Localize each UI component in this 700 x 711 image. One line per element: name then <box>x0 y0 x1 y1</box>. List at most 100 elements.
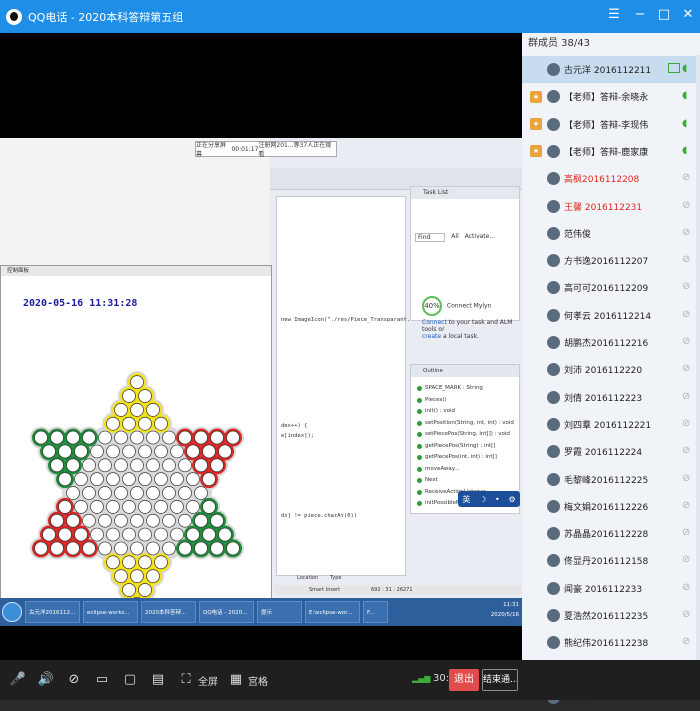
task-find-input[interactable]: Find <box>415 233 446 242</box>
board-hole[interactable] <box>138 555 152 570</box>
member-row[interactable]: 佟显丹2016112158 ⊘ <box>522 547 700 574</box>
board-hole[interactable] <box>194 430 208 445</box>
member-row[interactable]: 毛黎峰2016112225 ⊘ <box>522 466 700 493</box>
board-hole[interactable] <box>106 416 120 431</box>
board-hole[interactable] <box>154 416 168 431</box>
board-hole[interactable] <box>42 444 56 459</box>
board-hole[interactable] <box>74 444 88 459</box>
board-hole[interactable] <box>122 500 136 514</box>
maximize-icon[interactable]: □ <box>656 7 672 23</box>
board-hole[interactable] <box>130 486 144 500</box>
avatar[interactable] <box>547 117 560 131</box>
member-row[interactable]: 高枫2016112208 ⊘ <box>522 165 700 192</box>
board-hole[interactable] <box>154 444 168 459</box>
board-hole[interactable] <box>122 389 136 403</box>
exit-button[interactable]: 退出 <box>449 669 479 691</box>
board-hole[interactable] <box>170 527 184 542</box>
create-link[interactable]: create <box>422 333 441 340</box>
board-hole[interactable] <box>194 458 208 473</box>
document-icon[interactable]: ▤ <box>148 670 168 690</box>
board-hole[interactable] <box>130 513 144 528</box>
board-hole[interactable] <box>154 527 168 542</box>
board-hole[interactable] <box>146 430 160 445</box>
minimize-icon[interactable]: − <box>632 7 648 23</box>
avatar[interactable] <box>547 226 560 240</box>
board-hole[interactable] <box>66 541 80 556</box>
board-hole[interactable] <box>130 569 144 583</box>
board-hole[interactable] <box>202 444 216 459</box>
microphone-icon[interactable]: 🎤 <box>8 670 28 690</box>
outline-item[interactable]: moveAway... <box>411 464 519 476</box>
board-hole[interactable] <box>178 486 192 500</box>
member-row[interactable]: 闻豪 2016112233 ⊘ <box>522 575 700 602</box>
taskbar-item[interactable]: eclipse-works... <box>83 601 138 623</box>
board-hole[interactable] <box>114 513 128 528</box>
board-hole[interactable] <box>114 458 128 473</box>
board-hole[interactable] <box>106 500 120 514</box>
avatar[interactable] <box>547 144 560 158</box>
board-hole[interactable] <box>58 500 72 514</box>
board-hole[interactable] <box>66 458 80 473</box>
outline-item[interactable]: getPiecePos(int, int) : int[] <box>411 452 519 464</box>
member-row[interactable]: ★ 【老师】答辩-李现伟 ◖ <box>522 111 700 138</box>
member-row[interactable]: ★ 【老师】答辩-鹿家康 ◖ <box>522 138 700 165</box>
board-hole[interactable] <box>154 555 168 570</box>
board-hole[interactable] <box>74 500 88 514</box>
board-hole[interactable] <box>162 541 176 556</box>
board-hole[interactable] <box>178 541 192 556</box>
ime-gear-icon[interactable]: ⚙ <box>508 495 515 504</box>
board-hole[interactable] <box>82 541 96 556</box>
board-hole[interactable] <box>98 541 112 556</box>
avatar[interactable] <box>547 336 560 349</box>
board-hole[interactable] <box>202 527 216 542</box>
avatar[interactable] <box>547 445 560 459</box>
board-hole[interactable] <box>210 458 224 473</box>
taskbar-item[interactable]: 2020本科答辩... <box>141 601 196 623</box>
board-hole[interactable] <box>98 513 112 528</box>
board-hole[interactable] <box>106 444 120 459</box>
speaker-icon[interactable]: 🔊 <box>36 670 56 690</box>
board-hole[interactable] <box>82 513 96 528</box>
board-hole[interactable] <box>162 430 176 445</box>
member-row[interactable]: 方书逸2016112207 ⊘ <box>522 247 700 274</box>
board-hole[interactable] <box>50 458 64 473</box>
grid-label[interactable]: 宫格 <box>248 673 268 688</box>
code-editor[interactable]: new ImageIcon("./res/Piece_Transparant.P… <box>276 196 430 576</box>
ime-toolbar[interactable]: 英 ☽ • ⚙ <box>458 491 520 507</box>
avatar[interactable] <box>547 63 560 76</box>
board-hole[interactable] <box>154 472 168 486</box>
avatar[interactable] <box>547 581 560 595</box>
close-icon[interactable]: ✕ <box>680 7 696 23</box>
board-hole[interactable] <box>130 375 144 389</box>
board-hole[interactable] <box>114 486 128 500</box>
board-hole[interactable] <box>178 458 192 473</box>
board-hole[interactable] <box>186 527 200 542</box>
board-hole[interactable] <box>138 527 152 542</box>
board-hole[interactable] <box>130 403 144 417</box>
board-hole[interactable] <box>146 541 160 556</box>
connect-link[interactable]: Connect <box>422 319 447 326</box>
board-hole[interactable] <box>106 472 120 486</box>
board-hole[interactable] <box>130 541 144 556</box>
avatar[interactable] <box>547 527 560 541</box>
board-hole[interactable] <box>122 472 136 486</box>
board-hole[interactable] <box>194 513 208 528</box>
board-hole[interactable] <box>138 389 152 403</box>
avatar[interactable] <box>547 308 560 322</box>
member-row[interactable]: 王馨 2016112231 ⊘ <box>522 193 700 220</box>
board-hole[interactable] <box>98 430 112 445</box>
avatar[interactable] <box>547 499 560 513</box>
board-hole[interactable] <box>130 430 144 445</box>
board-hole[interactable] <box>226 541 240 556</box>
board-hole[interactable] <box>186 444 200 459</box>
board-hole[interactable] <box>122 555 136 570</box>
skin-icon[interactable]: ☰ <box>606 7 622 23</box>
board-hole[interactable] <box>58 527 72 542</box>
board-hole[interactable] <box>202 500 216 514</box>
member-row[interactable]: 范伟俊 ⊘ <box>522 220 700 247</box>
ime-moon-icon[interactable]: ☽ <box>479 495 486 504</box>
board-hole[interactable] <box>218 527 232 542</box>
ime-lang[interactable]: 英 <box>462 494 470 505</box>
board-hole[interactable] <box>210 430 224 445</box>
board-hole[interactable] <box>74 527 88 542</box>
